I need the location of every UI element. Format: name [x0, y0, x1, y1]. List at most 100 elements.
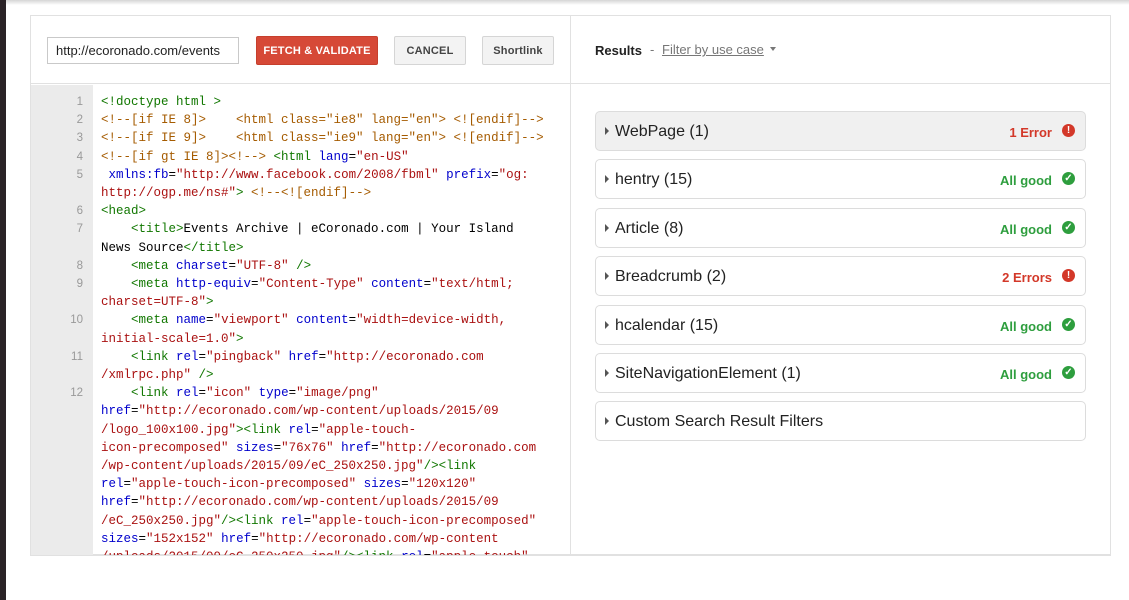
code-token: rel: [401, 550, 424, 555]
result-item-label: SiteNavigationElement (1): [615, 364, 801, 382]
code-token: href: [221, 531, 252, 546]
code-token: =: [424, 550, 432, 555]
code-token: =: [251, 277, 259, 292]
code-token: lang: [318, 149, 349, 164]
result-status: 1 Error: [1009, 125, 1052, 140]
code-token: "apple-touch": [431, 550, 529, 555]
line-number: 1: [76, 96, 83, 108]
code-token: <!doctype html >: [101, 95, 222, 109]
code-text: <!--[if IE 8]> <html class="ie8" lang="e…: [93, 111, 570, 129]
results-separator: -: [650, 42, 655, 57]
code-token: /><link: [221, 513, 282, 528]
code-text: <link rel="pingback" href="http://ecoron…: [93, 348, 570, 384]
code-token: "icon": [206, 386, 252, 401]
result-status: 2 Errors: [1002, 270, 1052, 286]
code-token: "Content-Type": [258, 277, 364, 292]
code-line: 1 <!doctype html >: [31, 93, 570, 111]
code-token: =: [228, 258, 237, 273]
result-item[interactable]: SiteNavigationElement (1) All good ✓: [595, 352, 1086, 393]
code-token: <!--<![endif]-->: [251, 186, 372, 201]
shortlink-button[interactable]: Shortlink: [482, 36, 554, 65]
code-token: "pingback": [206, 349, 282, 364]
code-token: <!--[if IE 8]> <html class="ie8" lang="e…: [101, 113, 544, 128]
code-text: <title>Events Archive | eCoronado.com | …: [93, 220, 570, 256]
line-number: 9: [76, 278, 83, 291]
code-token: <head>: [101, 204, 147, 219]
code-token: href: [101, 495, 132, 510]
code-token: =: [423, 277, 432, 292]
result-item[interactable]: WebPage (1) 1 Error!: [595, 111, 1086, 151]
code-text: <meta name="viewport" content="width=dev…: [93, 311, 570, 347]
results-pane: Results - Filter by use case WebPage (1)…: [571, 16, 1110, 555]
code-token: =: [123, 477, 132, 492]
top-shadow: [6, 0, 1129, 5]
code-line: 4 5 <!--[if gt IE 8]><!--> <html lang="en…: [31, 148, 570, 203]
code-token: =: [131, 404, 139, 419]
code-text: <meta http-equiv="Content-Type" content=…: [93, 275, 570, 311]
caret-right-icon: [605, 417, 609, 426]
result-item-label: hcalendar (15): [615, 316, 719, 334]
code-token: content: [371, 277, 424, 292]
code-token: name: [176, 313, 207, 328]
code-line: 2 <!--[if IE 8]> <html class="ie8" lang="…: [31, 111, 570, 129]
caret-down-icon[interactable]: [770, 47, 776, 51]
cancel-button[interactable]: CANCEL: [394, 36, 466, 65]
structured-data-tool: FETCH & VALIDATE CANCEL Shortlink 1 <!doc…: [30, 15, 1111, 556]
result-item[interactable]: Article (8) All good ✓: [595, 207, 1086, 248]
code-token: rel: [176, 386, 199, 401]
url-input[interactable]: [47, 37, 239, 64]
code-token: =: [491, 167, 499, 182]
code-token: </title>: [183, 240, 244, 255]
code-token: sizes: [236, 440, 274, 455]
code-editor[interactable]: 1 <!doctype html > 2 <!--[if IE 8]> <html c…: [31, 85, 570, 555]
code-token: /><link: [423, 459, 477, 474]
code-token: ><link: [236, 422, 289, 437]
code-token: <link: [131, 386, 177, 401]
code-token: =: [138, 531, 147, 546]
result-item[interactable]: hcalendar (15) All good ✓: [595, 304, 1086, 345]
code-line: 11 <link rel="pingback" href="http://eco…: [31, 348, 570, 384]
result-status: All good: [1000, 173, 1052, 189]
filter-by-use-case-link[interactable]: Filter by use case: [662, 42, 764, 57]
code-token: xmlns:fb: [108, 167, 169, 182]
code-token: >: [206, 295, 214, 310]
code-token: =: [251, 531, 259, 546]
code-token: =: [318, 349, 327, 364]
code-token: =: [401, 477, 409, 492]
code-token: href: [341, 440, 372, 455]
code-token: href: [288, 349, 319, 364]
code-token: <meta: [131, 258, 177, 273]
result-item[interactable]: Breadcrumb (2) 2 Errors!: [595, 256, 1086, 297]
exclamation-circle-icon: !: [1062, 124, 1075, 137]
result-item[interactable]: Custom Search Result Filters: [595, 401, 1086, 442]
check-circle-icon: ✓: [1062, 172, 1075, 186]
result-item[interactable]: hentry (15) All good ✓: [595, 159, 1086, 200]
code-line: 12 <link rel="icon" type="image/png" hre…: [31, 384, 570, 555]
code-token: content: [296, 313, 349, 328]
fetch-toolbar: FETCH & VALIDATE CANCEL Shortlink: [31, 16, 570, 84]
fetch-validate-button[interactable]: FETCH & VALIDATE: [256, 36, 378, 65]
code-token: href: [101, 404, 132, 419]
code-token: prefix: [446, 167, 492, 182]
code-token: sizes: [101, 531, 139, 546]
results-header: Results - Filter by use case: [571, 16, 1110, 84]
code-line: 8 <meta charset="UTF-8" />: [31, 257, 570, 275]
check-circle-icon: ✓: [1062, 317, 1075, 331]
line-number: 10: [70, 314, 83, 327]
line-number: 12: [70, 387, 83, 400]
code-token: <!--[if IE 9]> <html class="ie9" lang="e…: [101, 131, 544, 146]
code-token: charset: [176, 258, 229, 273]
code-token: "http://www.facebook.com/2008/fbml": [176, 167, 439, 182]
code-token: />: [288, 258, 312, 273]
code-token: rel: [101, 477, 124, 492]
line-number: 7: [76, 223, 83, 236]
code-token: =: [273, 440, 282, 455]
caret-right-icon: [605, 320, 609, 329]
